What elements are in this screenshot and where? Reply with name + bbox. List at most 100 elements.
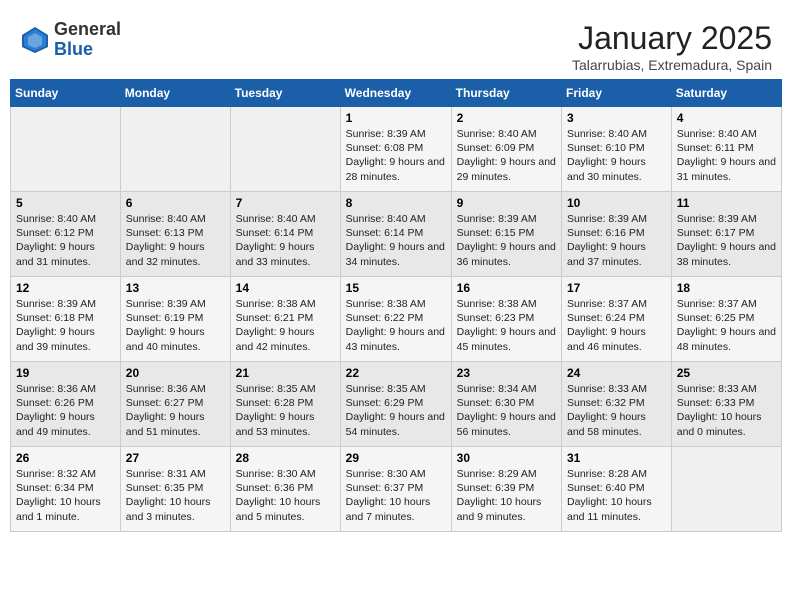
- day-info: Sunrise: 8:35 AMSunset: 6:28 PMDaylight:…: [236, 382, 335, 439]
- day-number: 28: [236, 451, 335, 465]
- day-info: Sunrise: 8:37 AMSunset: 6:24 PMDaylight:…: [567, 297, 666, 354]
- month-title: January 2025: [572, 20, 772, 57]
- calendar-cell: 29Sunrise: 8:30 AMSunset: 6:37 PMDayligh…: [340, 447, 451, 532]
- calendar-cell: 1 Sunrise: 8:39 AMSunset: 6:08 PMDaylight…: [340, 107, 451, 192]
- day-number: 30: [457, 451, 556, 465]
- location: Talarrubias, Extremadura, Spain: [572, 57, 772, 73]
- calendar-week-1: 1 Sunrise: 8:39 AMSunset: 6:08 PMDaylight…: [11, 107, 782, 192]
- day-number: 10: [567, 196, 666, 210]
- day-info: Sunrise: 8:33 AMSunset: 6:33 PMDaylight:…: [677, 382, 776, 439]
- day-info: Sunrise: 8:40 AMSunset: 6:11 PMDaylight:…: [677, 127, 776, 184]
- calendar-cell: 20 Sunrise: 8:36 AMSunset: 6:27 PMDayligh…: [120, 362, 230, 447]
- weekday-header-tuesday: Tuesday: [230, 80, 340, 107]
- day-info: Sunrise: 8:40 AMSunset: 6:13 PMDaylight:…: [126, 212, 225, 269]
- day-info: Sunrise: 8:39 AMSunset: 6:19 PMDaylight:…: [126, 297, 225, 354]
- day-number: 14: [236, 281, 335, 295]
- weekday-header-friday: Friday: [562, 80, 672, 107]
- day-number: 4: [677, 111, 776, 125]
- day-number: 9: [457, 196, 556, 210]
- day-number: 15: [346, 281, 446, 295]
- day-number: 21: [236, 366, 335, 380]
- calendar-cell: 19Sunrise: 8:36 AMSunset: 6:26 PMDayligh…: [11, 362, 121, 447]
- calendar-cell: [230, 107, 340, 192]
- day-info: Sunrise: 8:39 AMSunset: 6:16 PMDaylight:…: [567, 212, 666, 269]
- day-number: 3: [567, 111, 666, 125]
- day-info: Sunrise: 8:40 AMSunset: 6:10 PMDaylight:…: [567, 127, 666, 184]
- calendar-cell: 4 Sunrise: 8:40 AMSunset: 6:11 PMDaylight…: [671, 107, 781, 192]
- day-number: 13: [126, 281, 225, 295]
- calendar-cell: 8 Sunrise: 8:40 AMSunset: 6:14 PMDaylight…: [340, 192, 451, 277]
- calendar-cell: 18 Sunrise: 8:37 AMSunset: 6:25 PMDayligh…: [671, 277, 781, 362]
- logo-text: General Blue: [54, 20, 121, 60]
- calendar-cell: 25 Sunrise: 8:33 AMSunset: 6:33 PMDayligh…: [671, 362, 781, 447]
- day-info: Sunrise: 8:30 AMSunset: 6:37 PMDaylight:…: [346, 467, 446, 524]
- day-info: Sunrise: 8:28 AMSunset: 6:40 PMDaylight:…: [567, 467, 666, 524]
- calendar-cell: 27Sunrise: 8:31 AMSunset: 6:35 PMDayligh…: [120, 447, 230, 532]
- weekday-header-thursday: Thursday: [451, 80, 561, 107]
- day-number: 11: [677, 196, 776, 210]
- day-info: Sunrise: 8:40 AMSunset: 6:12 PMDaylight:…: [16, 212, 115, 269]
- calendar-cell: 17 Sunrise: 8:37 AMSunset: 6:24 PMDayligh…: [562, 277, 672, 362]
- day-info: Sunrise: 8:32 AMSunset: 6:34 PMDaylight:…: [16, 467, 115, 524]
- calendar-cell: 21 Sunrise: 8:35 AMSunset: 6:28 PMDayligh…: [230, 362, 340, 447]
- day-info: Sunrise: 8:39 AMSunset: 6:08 PMDaylight:…: [346, 127, 446, 184]
- day-number: 25: [677, 366, 776, 380]
- day-info: Sunrise: 8:33 AMSunset: 6:32 PMDaylight:…: [567, 382, 666, 439]
- calendar-cell: [671, 447, 781, 532]
- calendar-cell: 31 Sunrise: 8:28 AMSunset: 6:40 PMDayligh…: [562, 447, 672, 532]
- day-info: Sunrise: 8:39 AMSunset: 6:17 PMDaylight:…: [677, 212, 776, 269]
- calendar-cell: 15 Sunrise: 8:38 AMSunset: 6:22 PMDayligh…: [340, 277, 451, 362]
- day-number: 26: [16, 451, 115, 465]
- day-number: 22: [346, 366, 446, 380]
- day-number: 6: [126, 196, 225, 210]
- day-info: Sunrise: 8:40 AMSunset: 6:09 PMDaylight:…: [457, 127, 556, 184]
- day-info: Sunrise: 8:40 AMSunset: 6:14 PMDaylight:…: [346, 212, 446, 269]
- calendar-week-3: 12Sunrise: 8:39 AMSunset: 6:18 PMDayligh…: [11, 277, 782, 362]
- day-number: 7: [236, 196, 335, 210]
- day-number: 27: [126, 451, 225, 465]
- day-number: 2: [457, 111, 556, 125]
- day-number: 17: [567, 281, 666, 295]
- day-info: Sunrise: 8:39 AMSunset: 6:18 PMDaylight:…: [16, 297, 115, 354]
- calendar-cell: 2 Sunrise: 8:40 AMSunset: 6:09 PMDaylight…: [451, 107, 561, 192]
- calendar-cell: 23 Sunrise: 8:34 AMSunset: 6:30 PMDayligh…: [451, 362, 561, 447]
- day-number: 19: [16, 366, 115, 380]
- calendar-cell: 30Sunrise: 8:29 AMSunset: 6:39 PMDayligh…: [451, 447, 561, 532]
- title-section: January 2025 Talarrubias, Extremadura, S…: [572, 20, 772, 73]
- calendar-cell: 26 Sunrise: 8:32 AMSunset: 6:34 PMDayligh…: [11, 447, 121, 532]
- day-number: 5: [16, 196, 115, 210]
- logo-general: General: [54, 20, 121, 40]
- calendar-week-2: 5 Sunrise: 8:40 AMSunset: 6:12 PMDaylight…: [11, 192, 782, 277]
- page-header: General Blue January 2025 Talarrubias, E…: [10, 10, 782, 79]
- weekday-header-monday: Monday: [120, 80, 230, 107]
- day-number: 23: [457, 366, 556, 380]
- day-info: Sunrise: 8:38 AMSunset: 6:21 PMDaylight:…: [236, 297, 335, 354]
- calendar-week-4: 19Sunrise: 8:36 AMSunset: 6:26 PMDayligh…: [11, 362, 782, 447]
- day-number: 24: [567, 366, 666, 380]
- day-info: Sunrise: 8:35 AMSunset: 6:29 PMDaylight:…: [346, 382, 446, 439]
- day-info: Sunrise: 8:34 AMSunset: 6:30 PMDaylight:…: [457, 382, 556, 439]
- day-info: Sunrise: 8:39 AMSunset: 6:15 PMDaylight:…: [457, 212, 556, 269]
- day-number: 1: [346, 111, 446, 125]
- day-number: 16: [457, 281, 556, 295]
- day-number: 8: [346, 196, 446, 210]
- calendar-cell: 5 Sunrise: 8:40 AMSunset: 6:12 PMDaylight…: [11, 192, 121, 277]
- weekday-header-sunday: Sunday: [11, 80, 121, 107]
- logo: General Blue: [20, 20, 121, 60]
- calendar-cell: 16Sunrise: 8:38 AMSunset: 6:23 PMDayligh…: [451, 277, 561, 362]
- weekday-header-row: SundayMondayTuesdayWednesdayThursdayFrid…: [11, 80, 782, 107]
- day-info: Sunrise: 8:38 AMSunset: 6:22 PMDaylight:…: [346, 297, 446, 354]
- calendar-table: SundayMondayTuesdayWednesdayThursdayFrid…: [10, 79, 782, 532]
- logo-icon: [20, 25, 50, 55]
- calendar-cell: 22 Sunrise: 8:35 AMSunset: 6:29 PMDayligh…: [340, 362, 451, 447]
- calendar-cell: 13 Sunrise: 8:39 AMSunset: 6:19 PMDayligh…: [120, 277, 230, 362]
- day-info: Sunrise: 8:37 AMSunset: 6:25 PMDaylight:…: [677, 297, 776, 354]
- day-info: Sunrise: 8:30 AMSunset: 6:36 PMDaylight:…: [236, 467, 335, 524]
- calendar-cell: 9 Sunrise: 8:39 AMSunset: 6:15 PMDaylight…: [451, 192, 561, 277]
- day-number: 18: [677, 281, 776, 295]
- day-number: 31: [567, 451, 666, 465]
- calendar-week-5: 26 Sunrise: 8:32 AMSunset: 6:34 PMDayligh…: [11, 447, 782, 532]
- day-number: 20: [126, 366, 225, 380]
- day-info: Sunrise: 8:36 AMSunset: 6:27 PMDaylight:…: [126, 382, 225, 439]
- calendar-cell: 7Sunrise: 8:40 AMSunset: 6:14 PMDaylight…: [230, 192, 340, 277]
